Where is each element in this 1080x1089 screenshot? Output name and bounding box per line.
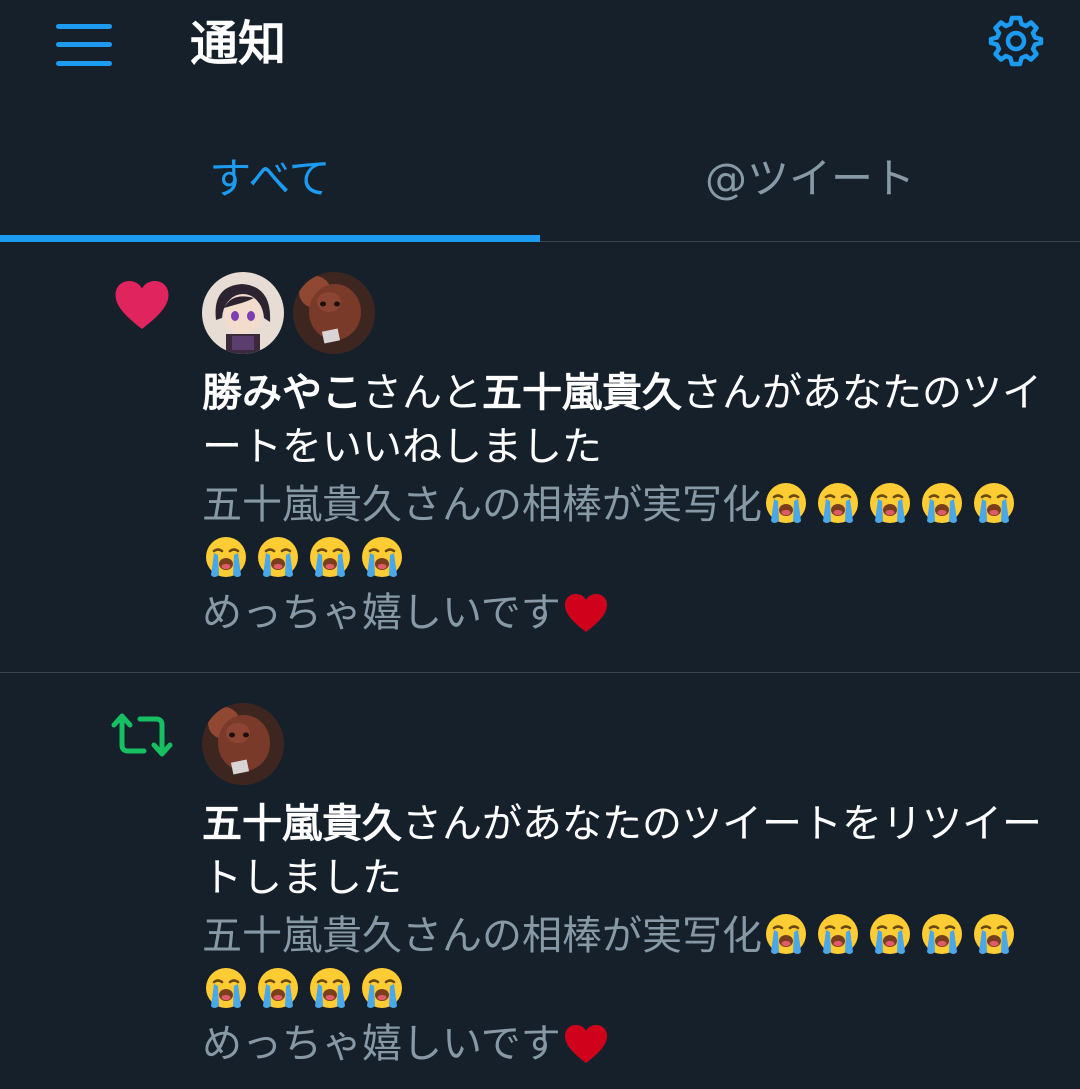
gear-icon[interactable] [987, 12, 1045, 70]
app-header: 通知 [0, 0, 1080, 100]
loudly-crying-face-icon [970, 912, 1018, 958]
user-name[interactable]: 勝みやこ [202, 370, 362, 416]
tweet-preview: 五十嵐貴久さんの相棒が実写化 めっちゃ嬉しいです [202, 478, 1062, 640]
loudly-crying-face-icon [254, 966, 302, 1012]
notification-like[interactable]: 勝みやこさんと五十嵐貴久さんがあなたのツイートをいいねしました 五十嵐貴久さんの… [0, 242, 1080, 673]
tweet-text-line: 五十嵐貴久さんの相棒が実写化 [202, 913, 762, 959]
tweet-text-line: 五十嵐貴久さんの相棒が実写化 [202, 482, 762, 528]
tweet-text-line: めっちゃ嬉しいです [202, 1021, 561, 1067]
retweet-icon [108, 709, 176, 761]
notification-tabs: すべて @ツイート [0, 130, 1080, 242]
loudly-crying-face-icon [202, 535, 250, 581]
loudly-crying-face-icon [762, 912, 810, 958]
tab-all[interactable]: すべて [0, 130, 540, 241]
tweet-preview: 五十嵐貴久さんの相棒が実写化 めっちゃ嬉しいです [202, 909, 1062, 1071]
user-name[interactable]: 五十嵐貴久 [202, 801, 402, 847]
hamburger-menu-icon[interactable] [54, 22, 114, 68]
tab-mentions[interactable]: @ツイート [540, 130, 1080, 241]
loudly-crying-face-icon [866, 481, 914, 527]
loudly-crying-face-icon [866, 912, 914, 958]
text-connector: さんと [362, 370, 482, 416]
red-heart-icon [563, 1023, 609, 1065]
loudly-crying-face-icon [306, 966, 354, 1012]
loudly-crying-face-icon [814, 481, 862, 527]
avatar-user-1[interactable] [202, 272, 284, 354]
loudly-crying-face-icon [762, 481, 810, 527]
loudly-crying-face-icon [970, 481, 1018, 527]
avatar-user-1[interactable] [202, 703, 284, 785]
loudly-crying-face-icon [918, 481, 966, 527]
loudly-crying-face-icon [202, 966, 250, 1012]
tab-selected-indicator [0, 235, 540, 242]
avatar-user-2[interactable] [293, 272, 375, 354]
loudly-crying-face-icon [358, 966, 406, 1012]
notification-retweet[interactable]: 五十嵐貴久さんがあなたのツイートをリツイートしました 五十嵐貴久さんの相棒が実写… [0, 673, 1080, 1089]
loudly-crying-face-icon [918, 912, 966, 958]
user-name[interactable]: 五十嵐貴久 [482, 370, 682, 416]
loudly-crying-face-icon [358, 535, 406, 581]
loudly-crying-face-icon [254, 535, 302, 581]
notification-text: 五十嵐貴久さんがあなたのツイートをリツイートしました [202, 797, 1062, 905]
page-title: 通知 [190, 16, 287, 72]
loudly-crying-face-icon [306, 535, 354, 581]
tweet-text-line: めっちゃ嬉しいです [202, 590, 561, 636]
loudly-crying-face-icon [814, 912, 862, 958]
red-heart-icon [563, 592, 609, 634]
notification-text: 勝みやこさんと五十嵐貴久さんがあなたのツイートをいいねしました [202, 366, 1062, 474]
heart-icon [113, 278, 171, 332]
